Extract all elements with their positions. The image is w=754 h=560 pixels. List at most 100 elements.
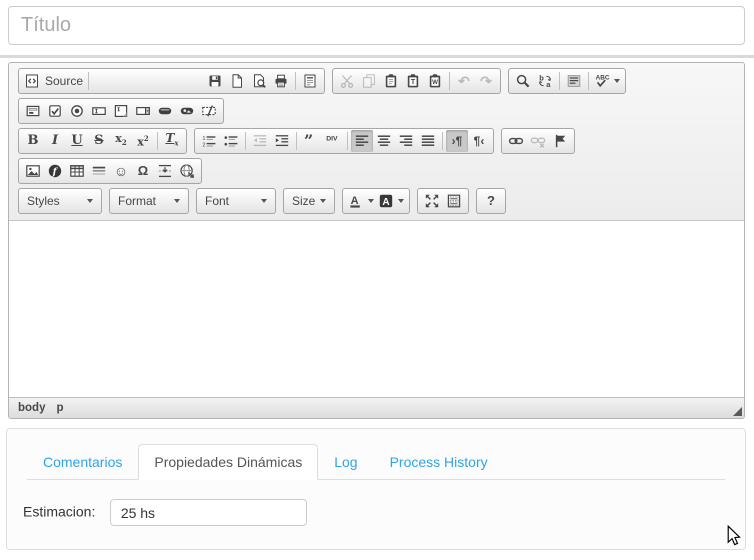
bidi-ltr-icon: ›¶ xyxy=(451,134,463,148)
indent-button[interactable] xyxy=(271,130,293,152)
about-button[interactable]: ? xyxy=(480,190,502,212)
align-right-button[interactable] xyxy=(395,130,417,152)
image-button-button[interactable] xyxy=(176,100,198,122)
toolbar-group: b a ABC xyxy=(508,68,627,94)
toolbar-separator xyxy=(559,72,561,90)
templates-button[interactable] xyxy=(299,70,321,92)
strikethrough-button[interactable]: S xyxy=(88,130,110,152)
horizontal-rule-button[interactable] xyxy=(88,160,110,182)
find-button[interactable] xyxy=(512,70,534,92)
path-item-body[interactable]: body xyxy=(18,402,45,414)
radio-button-button[interactable] xyxy=(66,100,88,122)
show-blocks-button[interactable] xyxy=(443,190,465,212)
bulleted-list-button[interactable] xyxy=(220,130,242,152)
resize-handle-icon[interactable] xyxy=(733,407,742,416)
undo-icon: ↶ xyxy=(458,73,470,89)
redo-button: ↷ xyxy=(475,70,497,92)
format-combo[interactable]: Format xyxy=(113,190,185,212)
paste-button[interactable] xyxy=(380,70,402,92)
bidi-rtl-button[interactable]: ¶‹ xyxy=(468,130,490,152)
path-item-p[interactable]: p xyxy=(56,402,63,414)
iframe-button[interactable] xyxy=(176,160,198,182)
font-combo[interactable]: Font xyxy=(200,190,272,212)
select-field-button[interactable] xyxy=(132,100,154,122)
paste-word-button[interactable]: W xyxy=(424,70,446,92)
superscript-button[interactable]: x2 xyxy=(132,130,154,152)
link-button[interactable] xyxy=(505,130,527,152)
checkbox-icon xyxy=(49,105,61,117)
text-field-button[interactable] xyxy=(88,100,110,122)
chevron-down-icon xyxy=(261,199,267,203)
checkbox-button[interactable] xyxy=(44,100,66,122)
toolbar-row: f ☺ Ω xyxy=(18,158,735,184)
toolbar-separator xyxy=(88,72,90,90)
estimation-input[interactable] xyxy=(109,499,307,526)
text-color-button[interactable]: A xyxy=(346,190,376,212)
special-char-button[interactable]: Ω xyxy=(132,160,154,182)
select-all-button[interactable] xyxy=(563,70,585,92)
mouse-cursor xyxy=(727,525,741,546)
image-icon xyxy=(26,165,40,177)
tab-log[interactable]: Log xyxy=(318,444,373,480)
div-container-button[interactable]: DIV xyxy=(322,130,344,152)
blockquote-icon: ” xyxy=(304,133,313,149)
svg-text:W: W xyxy=(432,79,438,86)
bold-button[interactable]: B xyxy=(22,130,44,152)
paste-icon xyxy=(385,74,397,88)
save-icon xyxy=(209,75,221,87)
maximize-button[interactable] xyxy=(421,190,443,212)
new-page-button[interactable] xyxy=(226,70,248,92)
remove-format-button[interactable]: Tx xyxy=(161,130,183,152)
replace-button[interactable]: ba xyxy=(534,70,556,92)
tab-propiedades-dinamicas[interactable]: Propiedades Dinámicas xyxy=(138,444,319,480)
smiley-button[interactable]: ☺ xyxy=(110,160,132,182)
save-button[interactable] xyxy=(204,70,226,92)
align-right-icon xyxy=(399,135,413,146)
strikethrough-icon: S xyxy=(94,133,104,148)
align-justify-icon xyxy=(421,135,435,146)
title-input[interactable] xyxy=(8,6,745,45)
copy-button xyxy=(358,70,380,92)
tab-comentarios[interactable]: Comentarios xyxy=(27,444,138,480)
chevron-down-icon xyxy=(320,199,326,203)
anchor-button[interactable] xyxy=(549,130,571,152)
numbered-list-button[interactable]: 12 xyxy=(198,130,220,152)
flash-button[interactable]: f xyxy=(44,160,66,182)
subscript-button[interactable]: x2 xyxy=(110,130,132,152)
outdent-icon xyxy=(253,135,267,147)
italic-button[interactable]: I xyxy=(44,130,66,152)
preview-button[interactable] xyxy=(248,70,270,92)
bg-color-icon: A xyxy=(379,194,393,208)
toolbar-group: 1 2 ” DIV ›¶ ¶‹ xyxy=(194,128,494,154)
form-button[interactable] xyxy=(22,100,44,122)
align-justify-button[interactable] xyxy=(417,130,439,152)
italic-icon: I xyxy=(51,133,59,148)
button-button[interactable] xyxy=(154,100,176,122)
special-char-icon: Ω xyxy=(137,163,149,178)
underline-button[interactable]: U xyxy=(66,130,88,152)
hidden-field-button[interactable] xyxy=(198,100,220,122)
size-combo[interactable]: Size xyxy=(287,190,331,212)
textarea-button[interactable] xyxy=(110,100,132,122)
page-break-button[interactable] xyxy=(154,160,176,182)
bg-color-button[interactable]: A xyxy=(376,190,406,212)
align-left-button[interactable] xyxy=(351,130,373,152)
toolbar-separator xyxy=(449,72,451,90)
source-icon xyxy=(26,74,38,88)
styles-combo[interactable]: Styles xyxy=(22,190,98,212)
blockquote-button[interactable]: ” xyxy=(300,130,322,152)
table-button[interactable] xyxy=(66,160,88,182)
tab-process-history[interactable]: Process History xyxy=(374,444,504,480)
align-center-button[interactable] xyxy=(373,130,395,152)
image-button[interactable] xyxy=(22,160,44,182)
source-button[interactable]: Source xyxy=(22,70,85,92)
outdent-button xyxy=(249,130,271,152)
editor-content[interactable] xyxy=(9,221,744,397)
paste-text-button[interactable]: T xyxy=(402,70,424,92)
toolbar-separator xyxy=(296,132,297,150)
print-button[interactable] xyxy=(270,70,292,92)
iframe-icon xyxy=(180,164,194,178)
spell-check-button[interactable]: ABC xyxy=(592,70,622,92)
underline-icon: U xyxy=(71,133,83,148)
bidi-ltr-button[interactable]: ›¶ xyxy=(446,130,468,152)
